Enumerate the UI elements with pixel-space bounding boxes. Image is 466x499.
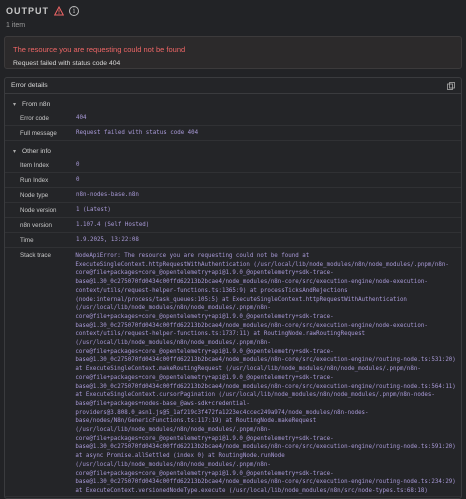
detail-row: Time 1.9.2025, 13:22:08 bbox=[5, 233, 461, 248]
detail-row: n8n version 1.107.4 (Self Hosted) bbox=[5, 218, 461, 233]
detail-key: Time bbox=[20, 236, 34, 244]
detail-key: Error code bbox=[20, 114, 49, 122]
detail-key: Stack trace bbox=[20, 252, 51, 259]
detail-value: n8n-nodes-base.n8n bbox=[76, 192, 139, 198]
error-banner: The resource you are requesting could no… bbox=[4, 36, 462, 69]
detail-row: Node version 1 (Latest) bbox=[5, 203, 461, 218]
chevron-down-icon: ▾ bbox=[13, 101, 17, 108]
section-other-info[interactable]: ▾ Other info bbox=[5, 144, 461, 158]
detail-row: Full message Request failed with status … bbox=[5, 126, 461, 141]
copy-icon[interactable] bbox=[447, 81, 455, 90]
error-details-title: Error details bbox=[11, 82, 48, 89]
section-other-info-label: Other info bbox=[22, 147, 51, 155]
error-details-panel: Error details ▾ From n8n Error code 404 … bbox=[4, 77, 462, 499]
detail-value: 1 (Latest) bbox=[76, 207, 111, 213]
chevron-down-icon: ▾ bbox=[13, 148, 17, 155]
info-icon[interactable]: i bbox=[69, 6, 79, 16]
detail-key: Full message bbox=[20, 129, 57, 137]
error-details-header: Error details bbox=[5, 78, 461, 94]
detail-value: Request failed with status code 404 bbox=[76, 130, 199, 136]
detail-row: Item Index 0 bbox=[5, 158, 461, 173]
detail-key: n8n version bbox=[20, 221, 52, 229]
detail-key: Node version bbox=[20, 206, 57, 214]
detail-value: 1.9.2025, 13:22:08 bbox=[76, 237, 139, 243]
detail-row: Error code 404 bbox=[5, 111, 461, 126]
section-from-n8n-label: From n8n bbox=[22, 100, 51, 108]
error-title: The resource you are requesting could no… bbox=[13, 45, 186, 54]
stack-trace-row: Stack trace NodeApiError: The resource y… bbox=[5, 248, 461, 497]
detail-row: Node type n8n-nodes-base.n8n bbox=[5, 188, 461, 203]
output-header: OUTPUT i bbox=[0, 0, 466, 22]
detail-value: 0 bbox=[76, 177, 80, 183]
error-subtitle: Request failed with status code 404 bbox=[13, 60, 121, 67]
detail-row: Run Index 0 bbox=[5, 173, 461, 188]
output-title: OUTPUT bbox=[6, 6, 49, 16]
detail-key: Node type bbox=[20, 191, 49, 199]
stack-trace-text: NodeApiError: The resource you are reque… bbox=[75, 253, 456, 494]
detail-value: 404 bbox=[76, 115, 87, 121]
detail-value: 0 bbox=[76, 162, 80, 168]
warning-icon bbox=[54, 6, 64, 16]
section-from-n8n[interactable]: ▾ From n8n bbox=[5, 97, 461, 111]
detail-value: 1.107.4 (Self Hosted) bbox=[76, 222, 150, 228]
detail-key: Item Index bbox=[20, 161, 49, 169]
detail-key: Run Index bbox=[20, 176, 49, 184]
item-count: 1 item bbox=[6, 22, 26, 29]
